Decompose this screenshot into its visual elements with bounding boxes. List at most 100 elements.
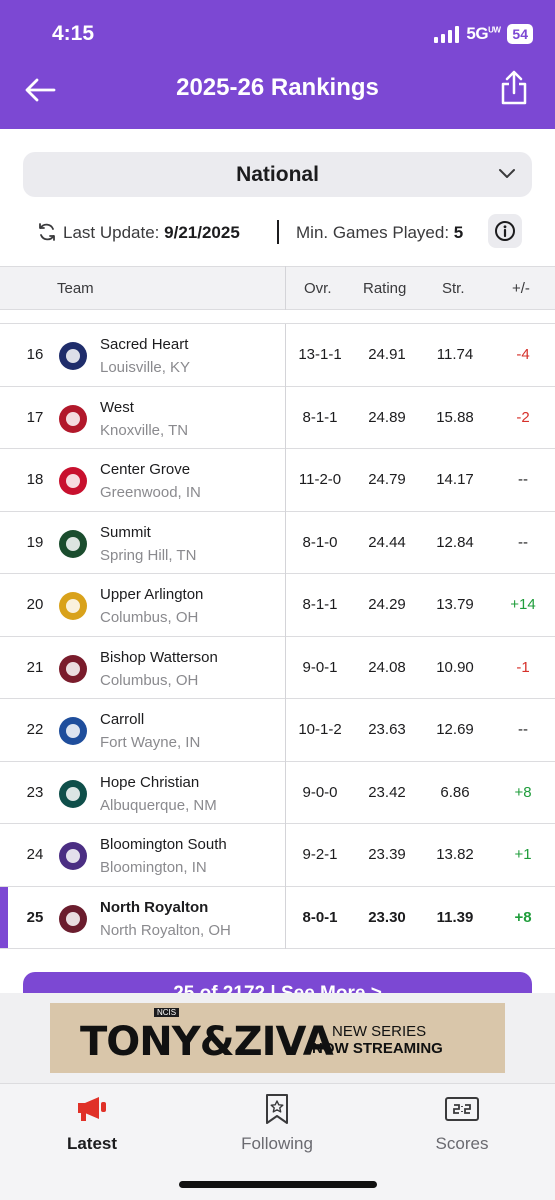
overall-record: 9-2-1 xyxy=(302,846,338,863)
team-logo-icon xyxy=(59,654,87,683)
update-info-row: Last Update: 9/21/2025 Min. Games Played… xyxy=(0,218,555,248)
col-team[interactable]: Team xyxy=(57,280,94,297)
col-rating[interactable]: Rating xyxy=(363,280,406,297)
team-location: Greenwood, IN xyxy=(100,484,201,501)
ad-line1: NEW SERIES xyxy=(332,1023,427,1040)
team-logo-icon xyxy=(59,592,87,620)
col-overall[interactable]: Ovr. xyxy=(304,280,332,297)
team-location: North Royalton, OH xyxy=(100,921,231,939)
strength: 13.82 xyxy=(436,846,474,863)
team-name: West xyxy=(100,398,134,416)
row-partial xyxy=(0,310,555,324)
rating: 23.39 xyxy=(368,846,406,863)
rank-change: -- xyxy=(518,533,528,551)
rank-change: -4 xyxy=(516,346,530,363)
status-time: 4:15 xyxy=(52,22,95,45)
team-location: Louisville, KY xyxy=(100,359,191,376)
strength: 6.86 xyxy=(440,783,470,801)
region-selected: National xyxy=(236,162,319,186)
team-logo-icon xyxy=(59,779,87,808)
rank: 18 xyxy=(26,471,44,488)
col-strength[interactable]: Str. xyxy=(442,280,465,297)
team-location: Fort Wayne, IN xyxy=(100,734,201,751)
table-header: Team Ovr. Rating Str. +/- xyxy=(0,266,555,310)
team-logo-icon xyxy=(59,842,87,870)
rank-change: -1 xyxy=(516,658,530,676)
team-logo-icon xyxy=(59,717,87,745)
scoreboard-icon xyxy=(445,1097,479,1121)
table-row[interactable]: 23 Hope Christian Albuquerque, NM 9-0-0 23.4… xyxy=(0,761,555,824)
table-row[interactable]: 24 Bloomington South Bloomington, IN 9-2-1 2… xyxy=(0,824,555,887)
rank-change: +8 xyxy=(514,783,532,801)
tab-latest[interactable]: Latest xyxy=(17,1092,167,1154)
team-location: Albuquerque, NM xyxy=(100,796,217,814)
table-row[interactable]: 22 Carroll Fort Wayne, IN 10-1-2 23.63 12.69 -… xyxy=(0,699,555,762)
table-row[interactable]: 21 Bishop Watterson Columbus, OH 9-0-1 24.08… xyxy=(0,636,555,699)
team-logo-icon xyxy=(59,342,87,370)
rank: 21 xyxy=(26,658,44,676)
strength: 12.69 xyxy=(436,721,474,738)
rank: 25 xyxy=(26,908,44,926)
share-icon xyxy=(501,70,527,105)
region-dropdown[interactable]: National xyxy=(23,152,532,197)
rank-change: -- xyxy=(518,471,528,488)
overall-record: 11-2-0 xyxy=(298,471,342,488)
team-name: Sacred Heart xyxy=(100,336,189,353)
rank: 22 xyxy=(26,721,44,738)
megaphone-icon xyxy=(78,1097,106,1121)
rating: 23.30 xyxy=(368,908,406,926)
overall-record: 10-1-2 xyxy=(298,721,342,738)
rank-change: -2 xyxy=(516,408,530,426)
strength: 15.88 xyxy=(436,408,474,426)
chevron-down-icon xyxy=(499,169,515,178)
strength: 14.17 xyxy=(436,471,474,488)
rank-change: -- xyxy=(518,721,528,738)
table-row[interactable]: 17 West Knoxville, TN 8-1-1 24.89 15.88 -2 xyxy=(0,386,555,449)
team-logo-icon xyxy=(59,904,87,933)
selected-row-indicator xyxy=(0,886,8,948)
rating: 24.44 xyxy=(368,533,406,551)
overall-record: 8-0-1 xyxy=(302,908,338,926)
overall-record: 8-1-0 xyxy=(302,533,338,551)
rating: 24.91 xyxy=(368,346,406,363)
rating: 23.63 xyxy=(368,721,406,738)
ad-banner[interactable]: NCIS TONY&ZIVA NEW SERIES NOW STREAMING xyxy=(50,1003,505,1073)
table-row[interactable]: 19 Summit Spring Hill, TN 8-1-0 24.44 12.84 -- xyxy=(0,511,555,574)
team-name: Carroll xyxy=(100,711,145,728)
table-row[interactable]: 16 Sacred Heart Louisville, KY 13-1-1 24.91 1… xyxy=(0,324,555,387)
app-header: 4:15 5GUW 54 2025-26 Rankings xyxy=(0,0,555,129)
network-type: 5GUW xyxy=(466,24,501,43)
info-button[interactable] xyxy=(488,214,522,248)
refresh-icon xyxy=(39,223,55,241)
bookmark-star-icon xyxy=(266,1094,288,1124)
ad-brand: TONY&ZIVA xyxy=(80,1019,334,1065)
divider xyxy=(277,220,279,244)
team-logo-icon xyxy=(59,529,87,558)
team-logo-icon xyxy=(59,467,87,495)
col-change[interactable]: +/- xyxy=(512,280,530,297)
overall-record: 13-1-1 xyxy=(298,346,342,363)
table-row[interactable]: 18 Center Grove Greenwood, IN 11-2-0 24.79 14… xyxy=(0,449,555,512)
rank: 23 xyxy=(26,783,44,801)
strength: 11.74 xyxy=(436,346,474,363)
tab-following[interactable]: Following xyxy=(202,1092,352,1154)
share-button[interactable] xyxy=(499,70,529,106)
team-name: Center Grove xyxy=(100,461,191,478)
team-name: Bloomington South xyxy=(100,836,227,853)
rank-change: +14 xyxy=(510,596,536,613)
rank-change: +1 xyxy=(514,846,532,863)
table-row[interactable]: 20 Upper Arlington Columbus, OH 8-1-1 24.29 1… xyxy=(0,574,555,637)
team-location: Spring Hill, TN xyxy=(100,546,197,564)
column-divider xyxy=(285,324,286,949)
tab-scores[interactable]: Scores xyxy=(387,1092,537,1154)
team-name: Bishop Watterson xyxy=(100,648,218,666)
rank: 20 xyxy=(26,596,44,613)
team-location: Bloomington, IN xyxy=(100,859,207,876)
table-row[interactable]: 25 North Royalton North Royalton, OH 8-0-1 2… xyxy=(0,886,555,949)
info-icon xyxy=(495,221,515,241)
ad-badge: NCIS xyxy=(154,1008,180,1017)
last-update: Last Update: 9/21/2025 xyxy=(63,223,240,242)
status-indicators: 5GUW 54 xyxy=(434,24,533,44)
team-location: Columbus, OH xyxy=(100,609,199,626)
rating: 23.42 xyxy=(368,783,406,801)
